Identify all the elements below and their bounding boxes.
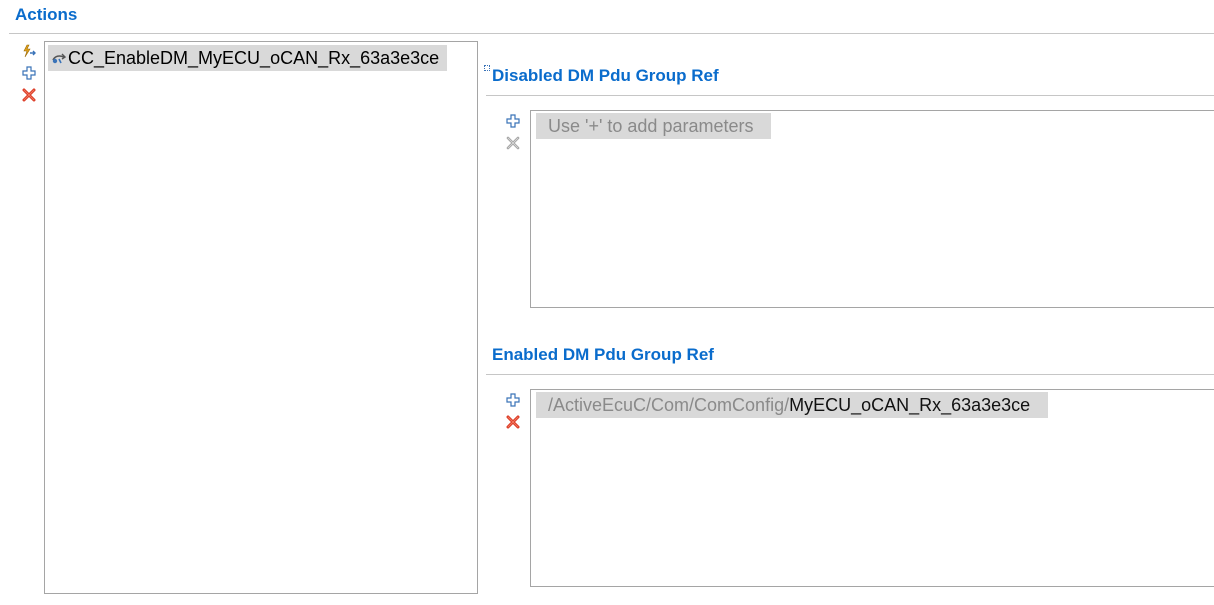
close-icon (505, 135, 521, 151)
section-marker-icon (484, 65, 490, 71)
plus-icon[interactable] (21, 65, 37, 81)
plus-icon[interactable] (505, 392, 521, 408)
placeholder-text: Use '+' to add parameters (548, 115, 754, 136)
reference-path: /ActiveEcuC/Com/ComConfig/ (548, 394, 790, 415)
actions-title: Actions (15, 5, 78, 24)
list-item[interactable]: /ActiveEcuC/Com/ComConfig/MyECU_oCAN_Rx_… (536, 392, 1049, 418)
list-item[interactable]: CC_EnableDM_MyECU_oCAN_Rx_63a3e3ce (48, 45, 448, 71)
disabled-ref-list[interactable]: Use '+' to add parameters (530, 110, 1214, 308)
lightning-arrow-icon[interactable] (21, 43, 37, 59)
list-item: Use '+' to add parameters (536, 113, 772, 139)
plus-icon[interactable] (505, 113, 521, 129)
reference-name: MyECU_oCAN_Rx_63a3e3ce (789, 394, 1031, 415)
actions-editor: Actions CC_EnableDM_MyECU_oCAN_Rx_63a3e3… (0, 0, 1214, 605)
actions-list[interactable]: CC_EnableDM_MyECU_oCAN_Rx_63a3e3ce (44, 41, 478, 594)
disabled-ref-divider (486, 95, 1214, 96)
close-icon[interactable] (21, 87, 37, 103)
close-icon[interactable] (505, 414, 521, 430)
actions-divider (9, 33, 1214, 34)
action-icon (50, 50, 68, 66)
enabled-ref-divider (486, 374, 1214, 375)
enabled-ref-list[interactable]: /ActiveEcuC/Com/ComConfig/MyECU_oCAN_Rx_… (530, 389, 1214, 587)
disabled-ref-title: Disabled DM Pdu Group Ref (492, 66, 719, 85)
action-item-label: CC_EnableDM_MyECU_oCAN_Rx_63a3e3ce (68, 47, 440, 68)
enabled-ref-title: Enabled DM Pdu Group Ref (492, 345, 714, 364)
